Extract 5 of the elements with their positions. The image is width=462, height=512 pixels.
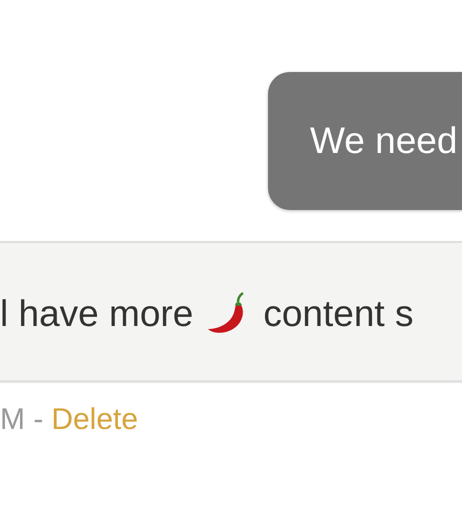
message-bubble: We need: [268, 72, 462, 210]
delete-link[interactable]: Delete: [51, 403, 138, 437]
message-text: content s: [263, 292, 414, 334]
message-text: l have more: [0, 292, 194, 334]
message-time: M -: [0, 403, 44, 437]
